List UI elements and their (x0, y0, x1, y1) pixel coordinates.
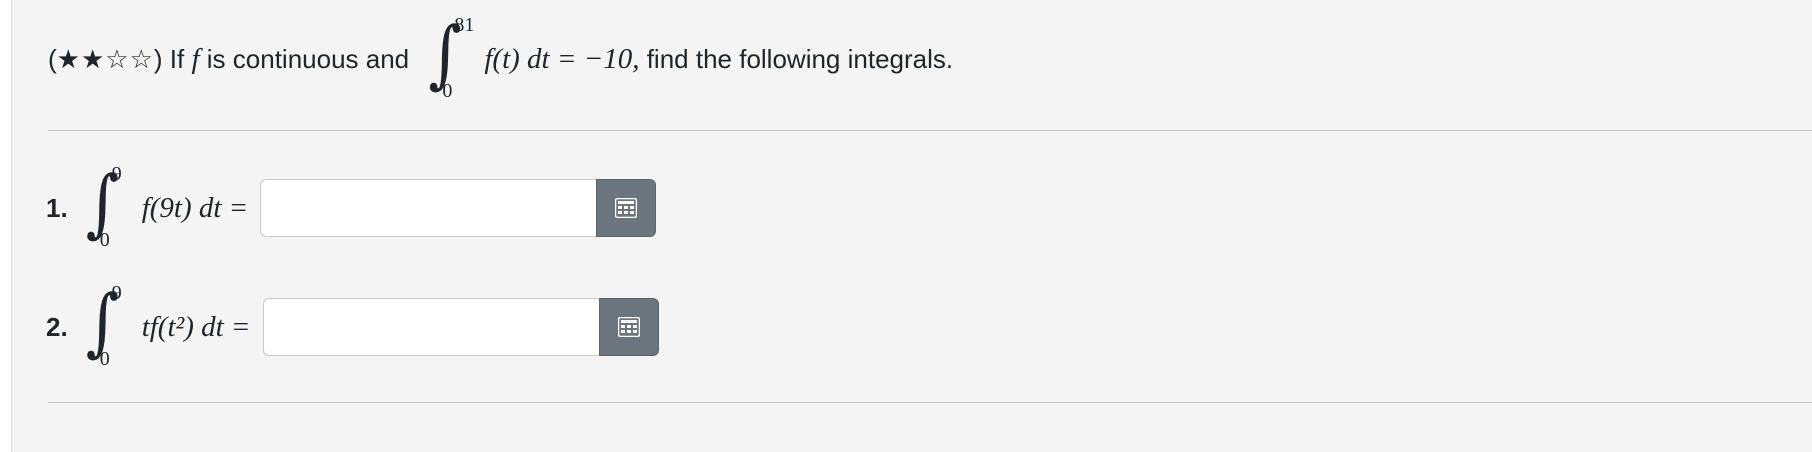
lower-limit: 0 (99, 229, 110, 251)
integral-sign: ∫ 9 0 (82, 282, 136, 372)
keypad-button[interactable] (598, 298, 659, 356)
integrand: tf(t²) dt = (141, 310, 251, 343)
question-1: 1. ∫ 9 0 f(9t) dt = (46, 163, 657, 253)
integrand: f(9t) dt = (141, 191, 249, 224)
question-number: 2. (46, 311, 68, 342)
problem-statement: ( ★★☆☆ ) If f is continuous and ∫ 81 0 f… (48, 14, 953, 104)
difficulty-open: ( (48, 43, 57, 74)
problem-panel: ( ★★☆☆ ) If f is continuous and ∫ 81 0 f… (11, 0, 1812, 452)
bottom-divider (48, 402, 1812, 403)
given-integrand: f(t) dt = −10, (484, 42, 640, 75)
upper-limit: 9 (111, 163, 122, 185)
given-upper-limit: 81 (454, 14, 475, 36)
keypad-grid-icon (617, 317, 640, 337)
answer-group (262, 298, 659, 356)
difficulty-stars: ★★☆☆ (56, 43, 154, 74)
upper-limit: 9 (111, 282, 122, 304)
keypad-grid-icon (615, 198, 638, 218)
integral-sign: ∫ 9 0 (82, 163, 136, 253)
statement-text-after: find the following integrals. (639, 43, 954, 74)
question-number: 1. (46, 192, 68, 223)
given-integral-sign: ∫ 81 0 (424, 14, 478, 104)
top-divider (48, 130, 1812, 131)
difficulty-close: ) (153, 43, 163, 74)
given-lower-limit: 0 (442, 80, 453, 102)
statement-text-middle: is continuous and (199, 43, 417, 74)
question-2: 2. ∫ 9 0 tf(t²) dt = (46, 282, 659, 372)
answer-input-2[interactable] (262, 298, 599, 356)
statement-text-before: If (162, 43, 192, 74)
lower-limit: 0 (99, 348, 110, 370)
keypad-button[interactable] (596, 179, 657, 237)
answer-group (260, 179, 657, 237)
answer-input-1[interactable] (260, 179, 597, 237)
function-variable: f (191, 42, 200, 75)
